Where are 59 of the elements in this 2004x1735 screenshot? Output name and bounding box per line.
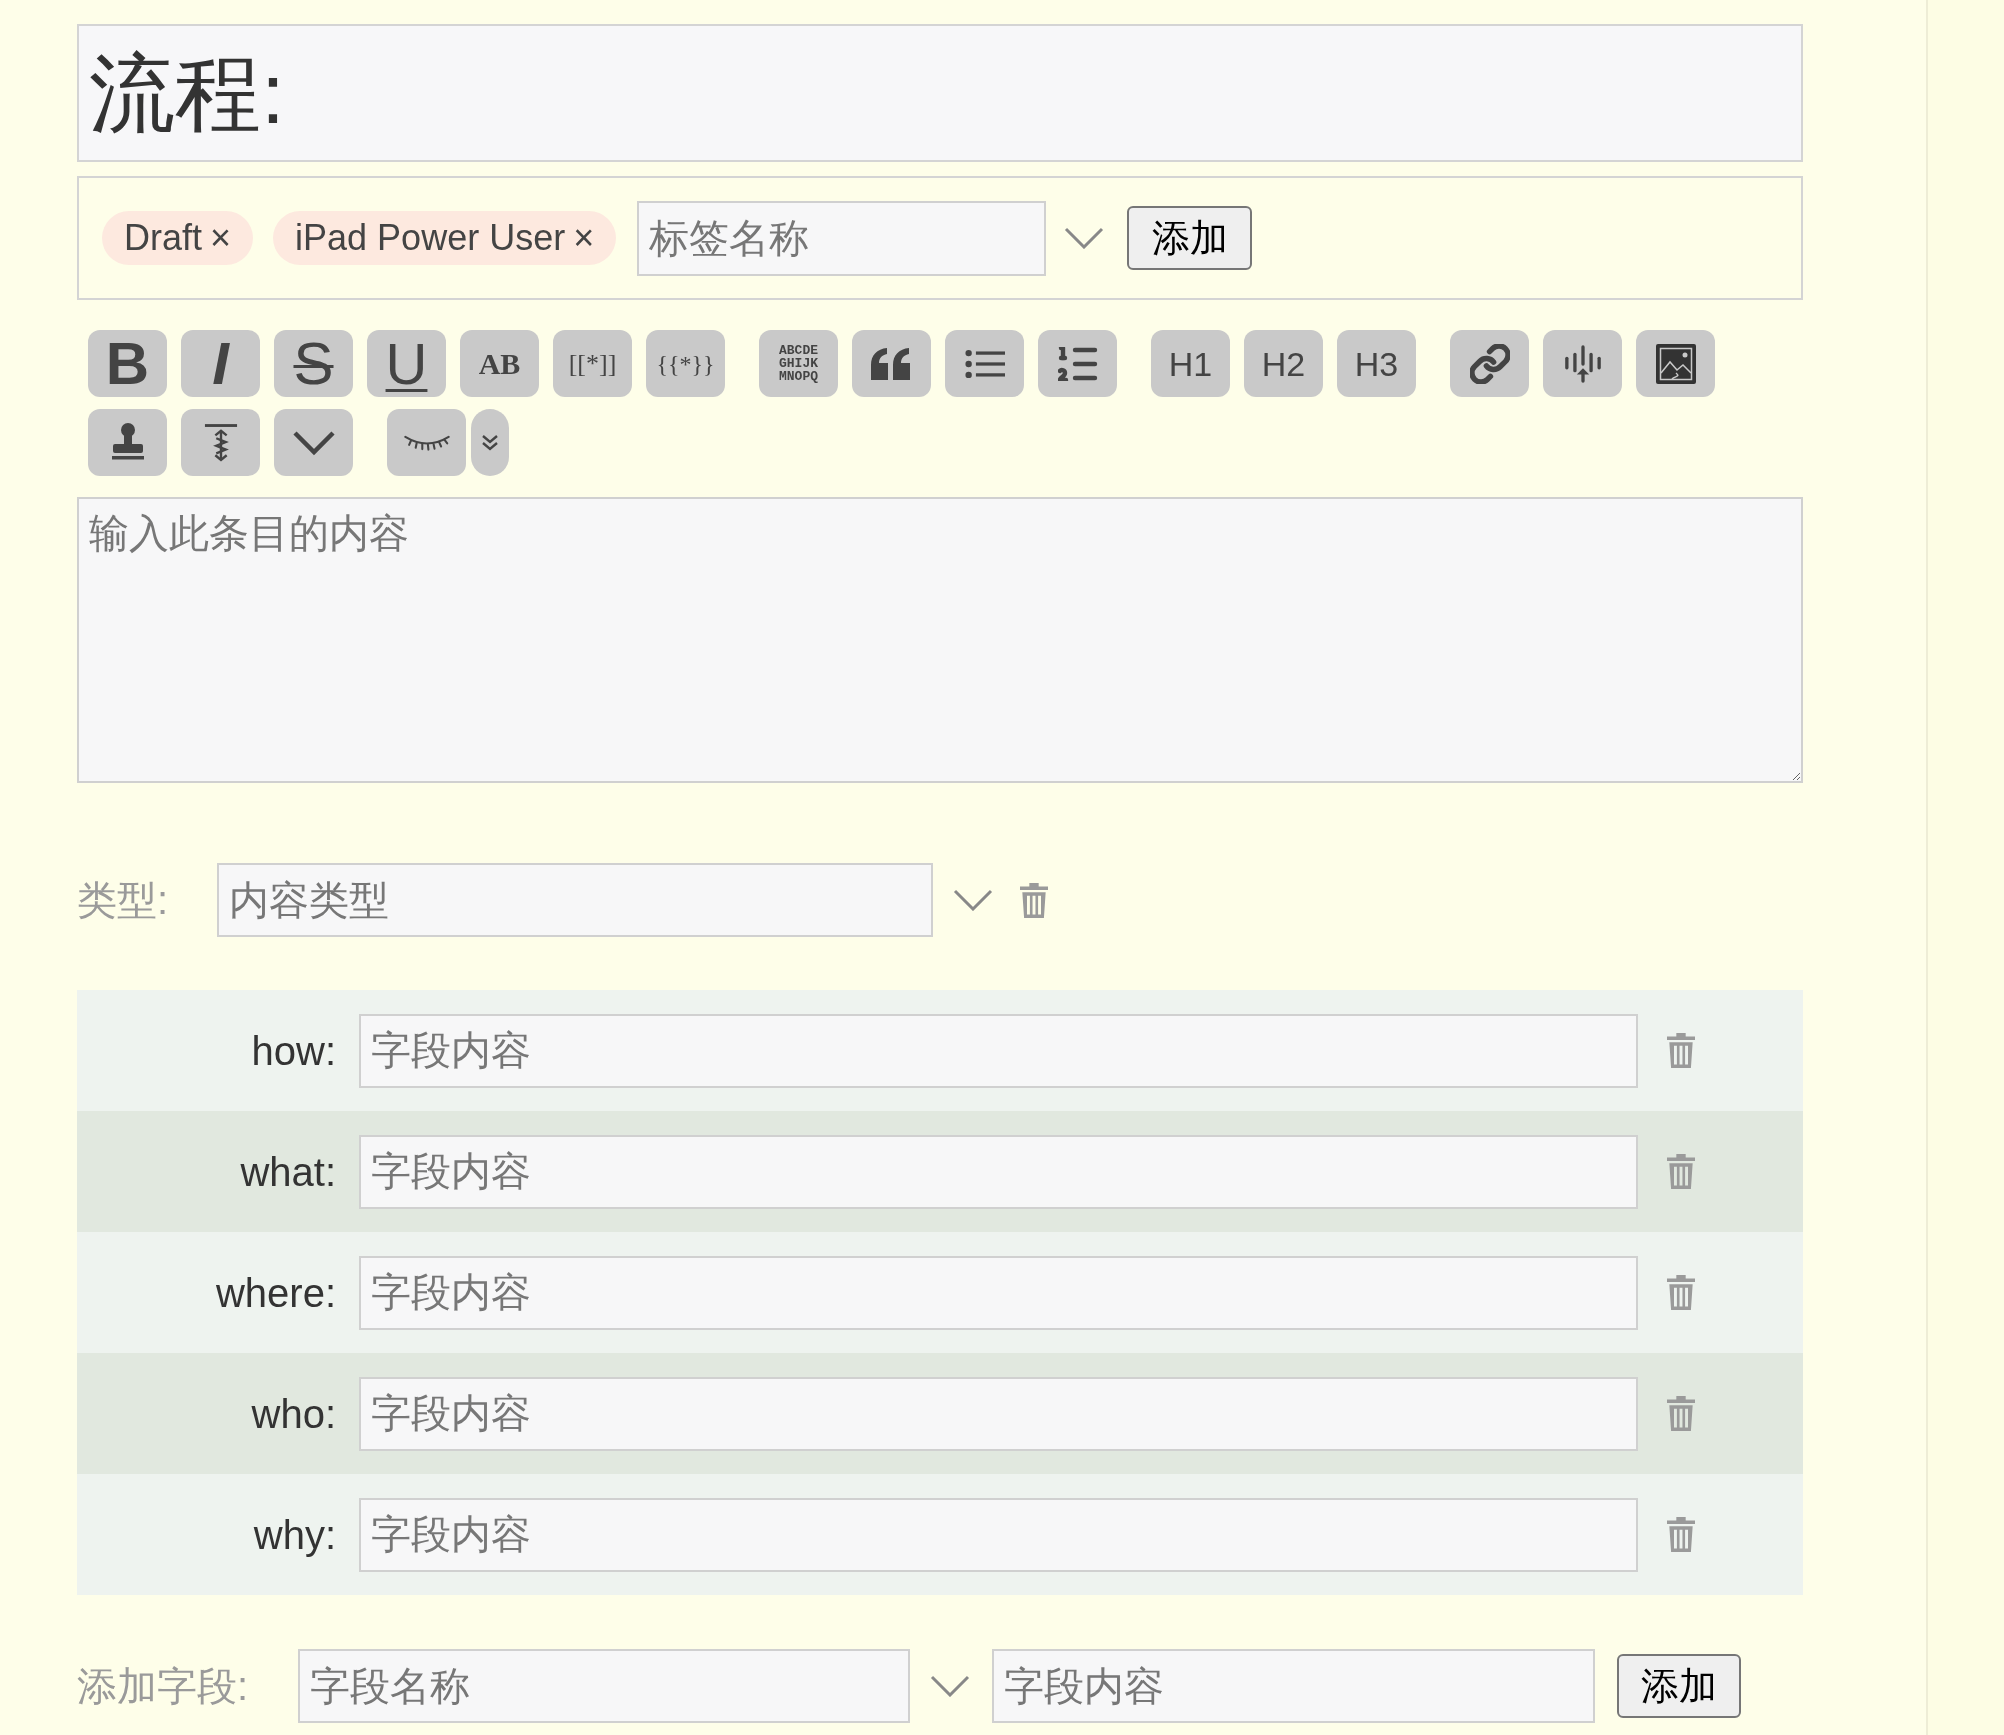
content-field[interactable]: 输入此条目的内容	[77, 497, 1803, 783]
image-icon	[1655, 343, 1696, 384]
double-bracket-button[interactable]: [[*]]	[553, 330, 632, 397]
add-field-button[interactable]: 添加	[1617, 1654, 1741, 1718]
audio-upload-icon	[1563, 344, 1602, 383]
trash-icon[interactable]	[1020, 882, 1048, 918]
heading-button[interactable]: H3	[1337, 330, 1416, 397]
field-value-field[interactable]: 字段内容	[359, 1376, 1638, 1451]
image-button[interactable]	[1636, 330, 1715, 397]
more-button[interactable]	[471, 409, 509, 476]
closed-eye-icon	[402, 434, 451, 451]
new-field-value-field[interactable]: 字段内容	[992, 1649, 1595, 1723]
numbered-list-icon	[1057, 346, 1098, 381]
title-field[interactable]: 流程:	[77, 24, 1803, 162]
field-value-field[interactable]: 字段内容	[359, 1013, 1638, 1088]
tag-label: Draft	[124, 220, 202, 256]
chevron-down-icon[interactable]	[953, 889, 993, 911]
numbered-list-button[interactable]	[1038, 330, 1117, 397]
field-value-field[interactable]: 字段内容	[359, 1255, 1638, 1330]
strikethrough-button[interactable]: S	[274, 330, 353, 397]
underline-button[interactable]: U	[367, 330, 446, 397]
bold-button[interactable]: B	[88, 330, 167, 397]
expand-button[interactable]	[274, 409, 353, 476]
remove-tag-button[interactable]: ×	[210, 220, 232, 256]
bullet-list-button[interactable]	[945, 330, 1024, 397]
line-spacing-icon	[203, 422, 238, 463]
spacing-button[interactable]	[181, 409, 260, 476]
monospace-button[interactable]: ABCDE GHIJK MNOPQ	[759, 330, 838, 397]
heading-button[interactable]: H2	[1244, 330, 1323, 397]
field-value-field[interactable]: 字段内容	[359, 1134, 1638, 1209]
field-label: where:	[215, 1269, 336, 1317]
field-label: how:	[251, 1027, 336, 1075]
chevron-down-icon[interactable]	[930, 1675, 970, 1697]
field-name-field[interactable]: 字段名称	[298, 1649, 910, 1723]
type-field[interactable]: 内容类型	[217, 863, 933, 937]
chevron-down-icon	[291, 429, 336, 456]
field-value-field[interactable]: 字段内容	[359, 1497, 1638, 1572]
link-button[interactable]	[1450, 330, 1529, 397]
tag-label: iPad Power User	[295, 220, 566, 256]
add-tag-button[interactable]: 添加	[1127, 206, 1253, 270]
quote-button[interactable]	[852, 330, 931, 397]
heading-button[interactable]: H1	[1151, 330, 1230, 397]
double-brace-button[interactable]: {{*}}	[646, 330, 725, 397]
double-chevron-icon	[481, 433, 499, 452]
field-label: who:	[251, 1390, 336, 1438]
audio-button[interactable]	[1543, 330, 1622, 397]
add-field-label: 添加字段:	[77, 1664, 249, 1708]
field-label: what:	[240, 1148, 336, 1196]
chevron-down-icon[interactable]	[1064, 227, 1105, 249]
link-icon	[1469, 343, 1510, 384]
italic-button[interactable]: I	[181, 330, 260, 397]
small-caps-button[interactable]: AB	[460, 330, 539, 397]
bullet-list-icon	[964, 348, 1005, 379]
field-label: why:	[253, 1511, 336, 1559]
remove-tag-button[interactable]: ×	[573, 220, 595, 256]
tag-name-field[interactable]: 标签名称	[637, 200, 1047, 276]
hide-button[interactable]	[387, 409, 466, 476]
type-label: 类型:	[77, 878, 169, 922]
stamp-button[interactable]	[88, 409, 167, 476]
